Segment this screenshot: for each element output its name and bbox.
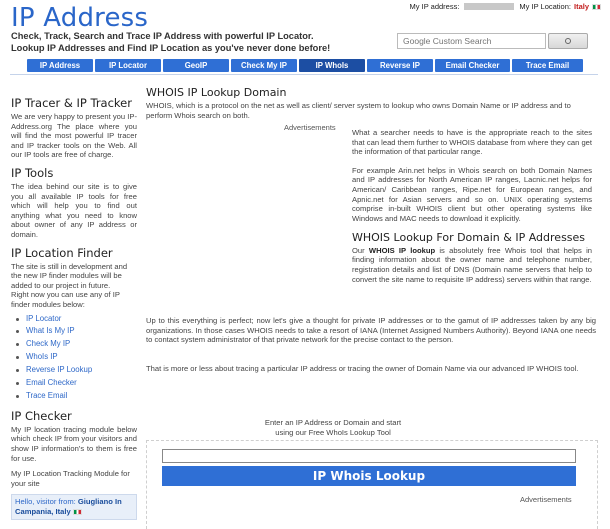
sidebar-finder-text-2: Right now you can use any of IP finder m…: [11, 290, 120, 309]
paragraph-searcher: What a searcher needs to have is the app…: [352, 128, 592, 157]
visitor-widget: Hello, visitor from: Giugliano In Campan…: [11, 494, 137, 521]
nav-divider: [10, 74, 598, 75]
whois-ip-lookup-bold: WHOIS IP lookup: [368, 245, 436, 255]
main-content: WHOIS IP Lookup Domain WHOIS, which is a…: [146, 86, 598, 373]
masked-ip-value: [464, 3, 515, 10]
paragraph-whois-tool: Our WHOIS IP lookup is absolutely free W…: [352, 246, 592, 284]
sidebar-finder-text: The site is still in development and the…: [11, 261, 128, 290]
ads-label: Advertisements: [284, 123, 336, 132]
section-heading: WHOIS Lookup For Domain & IP Addresses: [352, 231, 586, 245]
sidebar-tracer-title: IP Tracer & IP Tracker: [11, 96, 132, 110]
nav-trace-email[interactable]: Trace Email: [512, 59, 583, 72]
sidebar-link-whois-ip[interactable]: WhoIs IP: [16, 351, 137, 364]
italy-flag-icon: [72, 509, 82, 516]
paragraph-summary: That is more or less about tracing a par…: [146, 364, 579, 373]
visitor-prefix: Hello, visitor from:: [15, 497, 76, 507]
sidebar-module-text: My IP Location Tracking Module for your …: [11, 469, 130, 488]
site-tagline: Check, Track, Search and Trace IP Addres…: [11, 31, 331, 53]
my-location-label: My IP Location:: [519, 2, 571, 11]
search-input[interactable]: [397, 33, 547, 49]
sidebar: IP Tracer & IP Tracker We are very happy…: [11, 96, 137, 526]
tool-heading: Enter an IP Address or Domain and start …: [264, 418, 402, 437]
ip-whois-lookup-button[interactable]: IP Whois Lookup: [162, 466, 576, 486]
sidebar-tools-text: The idea behind our site is to give you …: [11, 181, 137, 239]
sidebar-tools-title: IP Tools: [11, 165, 54, 180]
nav-check-my-ip[interactable]: Check My IP: [231, 59, 297, 72]
nav-geoip[interactable]: GeoIP: [163, 59, 229, 72]
sidebar-link-email-checker[interactable]: Email Checker: [16, 377, 137, 390]
sidebar-module-links: IP Locator What Is My IP Check My IP Who…: [16, 313, 137, 403]
ip-info-bar: My IP address: My IP Location: Italy: [410, 2, 601, 11]
my-location-value: Italy: [573, 2, 589, 11]
page-title: WHOIS IP Lookup Domain: [146, 86, 287, 99]
italy-flag-icon: [592, 3, 601, 10]
sidebar-checker-text: My IP location tracing module below whic…: [11, 424, 137, 463]
nav-ip-whois[interactable]: IP WhoIs: [299, 59, 365, 72]
sidebar-link-check-my-ip[interactable]: Check My IP: [16, 338, 137, 351]
site-logo[interactable]: IP Address: [11, 3, 148, 33]
search-button[interactable]: [548, 33, 588, 49]
intro-text: WHOIS, which is a protocol on the net as…: [146, 101, 571, 120]
main-nav: IP Address IP Locator GeoIP Check My IP …: [27, 59, 587, 72]
sidebar-link-ip-locator[interactable]: IP Locator: [16, 313, 137, 326]
search-icon: [565, 38, 572, 44]
sidebar-link-reverse-ip-lookup[interactable]: Reverse IP Lookup: [16, 364, 137, 377]
nav-email-checker[interactable]: Email Checker: [435, 59, 510, 72]
whois-query-input[interactable]: [162, 449, 576, 463]
sidebar-link-what-is-my-ip[interactable]: What Is My IP: [16, 325, 137, 338]
paragraph-prefix: Our: [352, 245, 369, 255]
sidebar-link-trace-email[interactable]: Trace Email: [16, 390, 137, 403]
sidebar-finder-title: IP Location Finder: [11, 245, 113, 260]
tool-ads-label: Advertisements: [520, 495, 572, 504]
nav-reverse-ip[interactable]: Reverse IP: [367, 59, 433, 72]
site-search: [397, 33, 588, 49]
right-column: What a searcher needs to have is the app…: [352, 128, 592, 293]
paragraph-examples: For example Arin.net helps in Whois sear…: [352, 165, 592, 223]
nav-ip-locator[interactable]: IP Locator: [95, 59, 161, 72]
sidebar-tracer-text: We are very happy to present you IP-Addr…: [11, 112, 137, 160]
my-ip-label: My IP address:: [409, 2, 460, 11]
nav-ip-address[interactable]: IP Address: [27, 59, 93, 72]
paragraph-private-ip: Up to this everything is perfect; now le…: [146, 316, 596, 345]
sidebar-checker-title: IP Checker: [11, 408, 72, 423]
